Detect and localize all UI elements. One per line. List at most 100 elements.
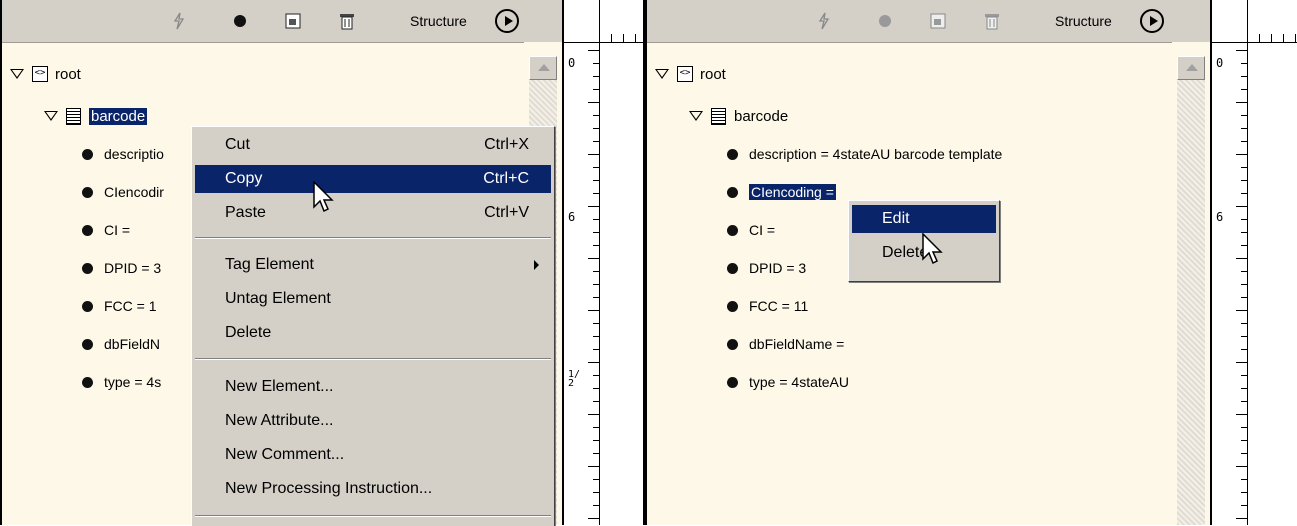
circle-icon[interactable]: [876, 12, 894, 30]
new-element-icon[interactable]: [284, 12, 302, 30]
ruler-tick: [593, 76, 599, 77]
tree-attr-row[interactable]: type = 4stateAU: [727, 370, 849, 394]
scroll-up-button[interactable]: [1177, 56, 1205, 80]
ruler-tick: [593, 349, 599, 350]
menu-item-new-element[interactable]: New Element...: [195, 373, 551, 401]
menu-item-new-attribute[interactable]: New Attribute...: [195, 407, 551, 435]
tree-attr-row[interactable]: FCC = 11: [727, 294, 808, 318]
ruler-tick: [588, 102, 599, 103]
ruler-tick: [593, 401, 599, 402]
structure-tree: <> root barcode description = 4stateAU b…: [647, 42, 1172, 525]
attr-label: description = 4stateAU barcode template: [749, 146, 1003, 162]
ruler-tick: [1241, 479, 1247, 480]
tree-attr-row[interactable]: description = 4stateAU barcode template: [727, 142, 1002, 166]
expand-triangle-icon[interactable]: [44, 111, 58, 121]
menu-separator: [195, 237, 551, 239]
lightning-icon[interactable]: [170, 12, 188, 30]
ruler-tick: [1241, 128, 1247, 129]
ruler-mark: 6: [568, 210, 576, 224]
menu-item-new-processing-instruction[interactable]: New Processing Instruction...: [195, 475, 551, 503]
ruler-tick: [1241, 167, 1247, 168]
ruler-tick: [1241, 89, 1247, 90]
tree-attr-row[interactable]: CI =: [82, 218, 130, 242]
tree-node-barcode[interactable]: barcode: [689, 104, 788, 128]
menu-item-delete[interactable]: Delete: [195, 319, 551, 347]
tree-attr-row[interactable]: type = 4s: [82, 370, 161, 394]
ruler-tick: [1259, 34, 1260, 42]
attribute-bullet-icon: [727, 300, 738, 312]
ruler-tick: [1236, 258, 1247, 259]
ruler-tick: [1295, 34, 1296, 42]
context-menu: Cut Ctrl+X Copy Ctrl+C Paste Ctrl+V Tag Ele…: [191, 126, 555, 526]
trash-icon[interactable]: [983, 12, 1001, 30]
attribute-bullet-icon: [82, 262, 93, 274]
ruler-mark: 0: [568, 56, 576, 70]
tree-attr-row[interactable]: DPID = 3: [82, 256, 161, 280]
structure-toolbar: Structure: [2, 0, 562, 43]
attribute-bullet-icon: [727, 148, 738, 160]
ruler-tick: [593, 245, 599, 246]
tree-attr-row[interactable]: FCC = 1: [82, 294, 157, 318]
menu-item-new-comment[interactable]: New Comment...: [195, 441, 551, 469]
menu-item-tag-element[interactable]: Tag Element: [195, 251, 551, 279]
ruler-tick: [593, 284, 599, 285]
tree-attr-row[interactable]: dbFieldN: [82, 332, 160, 356]
ruler-corner: [1212, 0, 1297, 43]
ruler-tick: [1241, 375, 1247, 376]
ruler-tick: [1241, 323, 1247, 324]
tree-attr-row[interactable]: CI =: [727, 218, 775, 242]
node-label: barcode: [734, 107, 789, 125]
submenu-arrow-icon: [534, 260, 539, 270]
circle-icon[interactable]: [231, 12, 249, 30]
ruler-tick: [1241, 492, 1247, 493]
scroll-track[interactable]: [1177, 80, 1205, 525]
tree-attr-row[interactable]: CIencodir: [82, 180, 164, 204]
ruler-tick: [1236, 154, 1247, 155]
play-icon[interactable]: [1140, 9, 1164, 33]
scroll-up-button[interactable]: [529, 56, 557, 80]
tree-attr-row[interactable]: descriptio: [82, 142, 164, 166]
element-icon: <>: [32, 66, 48, 82]
ruler-tick: [593, 167, 599, 168]
ruler-tick: [1236, 414, 1247, 415]
expand-triangle-icon[interactable]: [655, 69, 669, 79]
ruler-tick: [1241, 297, 1247, 298]
tree-attr-row[interactable]: CIencoding =: [727, 180, 836, 204]
lightning-icon[interactable]: [815, 12, 833, 30]
node-label-selected: barcode: [89, 107, 148, 125]
menu-item-cut[interactable]: Cut Ctrl+X: [195, 131, 551, 159]
menu-item-copy[interactable]: Copy Ctrl+C: [195, 165, 551, 193]
attribute-bullet-icon: [727, 262, 738, 274]
tree-attr-row[interactable]: dbFieldName =: [727, 332, 844, 356]
vertical-ruler: 0 6: [1211, 0, 1297, 525]
ruler-tick: [593, 427, 599, 428]
ruler-tick: [593, 271, 599, 272]
expand-triangle-icon[interactable]: [689, 111, 703, 121]
tree-node-barcode[interactable]: barcode: [44, 104, 148, 128]
tree-node-root[interactable]: <> root: [10, 62, 81, 86]
attr-label: descriptio: [104, 146, 164, 162]
ruler-tick: [593, 388, 599, 389]
ruler-tick: [1241, 180, 1247, 181]
ruler-tick: [588, 154, 599, 155]
vertical-scrollbar[interactable]: [1172, 42, 1210, 525]
ruler-tick: [588, 310, 599, 311]
menu-item-edit[interactable]: Edit: [852, 205, 996, 233]
menu-item-paste[interactable]: Paste Ctrl+V: [195, 199, 551, 227]
ruler-tick: [1236, 50, 1247, 51]
mouse-pointer-icon: [313, 181, 334, 213]
ruler-mark: 1/2: [568, 369, 581, 389]
ruler-tick: [1241, 115, 1247, 116]
document-icon: [66, 107, 81, 125]
new-element-icon[interactable]: [929, 12, 947, 30]
ruler-tick: [593, 440, 599, 441]
attr-label: CI =: [749, 222, 776, 238]
play-icon[interactable]: [495, 9, 519, 33]
tree-attr-row[interactable]: DPID = 3: [727, 256, 806, 280]
ruler-tick: [1241, 245, 1247, 246]
ruler-tick: [593, 63, 599, 64]
menu-item-untag-element[interactable]: Untag Element: [195, 285, 551, 313]
expand-triangle-icon[interactable]: [10, 69, 24, 79]
trash-icon[interactable]: [338, 12, 356, 30]
tree-node-root[interactable]: <> root: [655, 62, 726, 86]
